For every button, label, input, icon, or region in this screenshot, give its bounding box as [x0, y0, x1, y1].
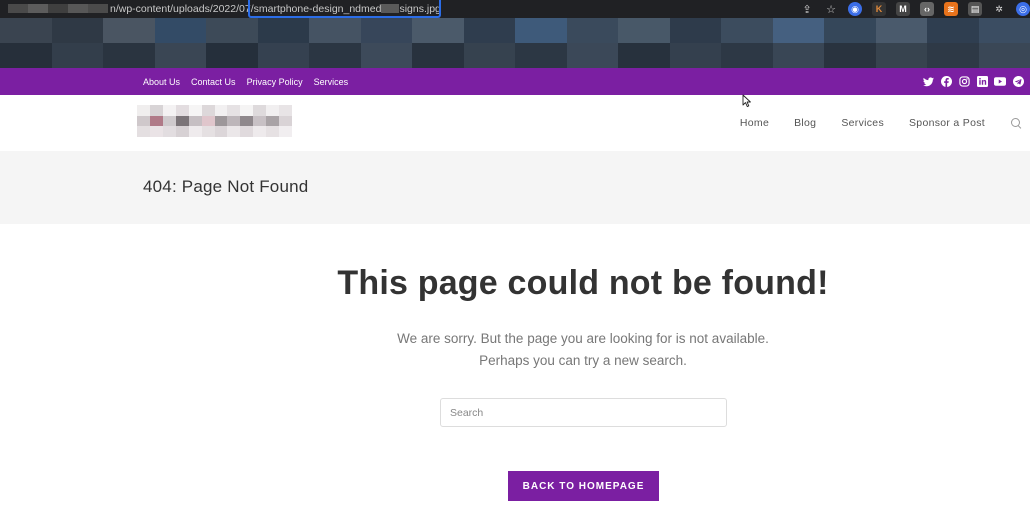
mouse-cursor-icon [742, 94, 751, 108]
star-icon[interactable]: ☆ [819, 1, 843, 17]
url-blurred-domain [8, 4, 108, 13]
url-highlight-box [248, 0, 441, 18]
top-nav-contact-us[interactable]: Contact Us [191, 77, 236, 87]
youtube-icon[interactable] [994, 76, 1006, 88]
bookmarks-row [0, 43, 1030, 68]
facebook-icon[interactable] [940, 76, 952, 88]
search-input[interactable] [440, 398, 727, 427]
extension-k-icon[interactable]: K [872, 2, 886, 16]
extension-gear-icon[interactable]: ✲ [992, 2, 1006, 16]
error-message-line-1: We are sorry. But the page you are looki… [397, 331, 769, 346]
bookmarks-row [0, 18, 1030, 43]
nav-home[interactable]: Home [740, 117, 769, 129]
top-nav: About Us Contact Us Privacy Policy Servi… [143, 68, 348, 95]
search-icon[interactable] [1010, 117, 1022, 129]
back-to-homepage-button[interactable]: BACK TO HOMEPAGE [508, 471, 659, 501]
url-prefix: n/wp-content/uploads/2022/07/ [110, 3, 254, 15]
extension-account-icon[interactable]: ◎ [1016, 2, 1030, 16]
social-icons [922, 68, 1024, 95]
main-nav: Home Blog Services Sponsor a Post [740, 95, 1022, 151]
top-nav-about-us[interactable]: About Us [143, 77, 180, 87]
error-headline: This page could not be found! [337, 264, 829, 302]
error-message: We are sorry. But the page you are looki… [0, 328, 1030, 372]
top-nav-services[interactable]: Services [314, 77, 349, 87]
error-message-line-2: Perhaps you can try a new search. [479, 353, 687, 368]
page-title-band: 404: Page Not Found [0, 151, 1030, 224]
top-bar: About Us Contact Us Privacy Policy Servi… [0, 68, 1030, 95]
browser-address-bar: n/wp-content/uploads/2022/07/smartphone-… [0, 0, 1030, 18]
page-title: 404: Page Not Found [143, 177, 309, 196]
top-nav-privacy-policy[interactable]: Privacy Policy [247, 77, 303, 87]
twitter-icon[interactable] [922, 76, 934, 88]
linkedin-icon[interactable] [976, 76, 988, 88]
browser-toolbar: ⇪ ☆ ◉ K M ‹› ≋ ▤ ✲ ◎ [795, 1, 1030, 17]
site-header: Home Blog Services Sponsor a Post [0, 95, 1030, 151]
site-logo-blurred[interactable] [137, 105, 292, 137]
extension-rss-icon[interactable]: ≋ [944, 2, 958, 16]
extension-code-icon[interactable]: ‹› [920, 2, 934, 16]
nav-services[interactable]: Services [841, 117, 884, 129]
instagram-icon[interactable] [958, 76, 970, 88]
nav-blog[interactable]: Blog [794, 117, 816, 129]
bookmarks-bar-blurred [0, 18, 1030, 68]
extension-profile-icon[interactable]: ◉ [848, 2, 862, 16]
extension-grid-icon[interactable]: ▤ [968, 2, 982, 16]
share-icon[interactable]: ⇪ [795, 1, 819, 17]
extension-m-icon[interactable]: M [896, 2, 910, 16]
nav-sponsor-a-post[interactable]: Sponsor a Post [909, 117, 985, 129]
telegram-icon[interactable] [1012, 76, 1024, 88]
